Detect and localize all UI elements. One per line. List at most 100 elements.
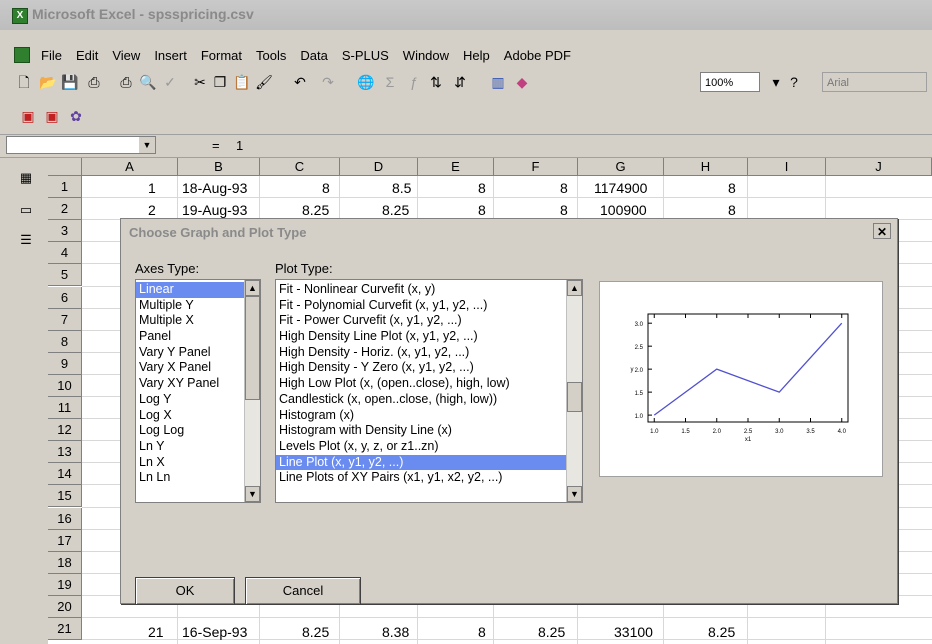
column-header-i[interactable]: I: [748, 158, 826, 176]
row-header[interactable]: 1: [48, 176, 82, 199]
cell-h2[interactable]: 8: [728, 202, 736, 218]
row-header[interactable]: 3: [48, 220, 82, 243]
plot-type-item[interactable]: Histogram (x): [276, 408, 582, 424]
row-header[interactable]: 15: [48, 485, 82, 508]
axes-type-item[interactable]: Vary X Panel: [136, 360, 260, 376]
axes-type-item[interactable]: Ln X: [136, 455, 260, 471]
excel-app-icon[interactable]: X: [12, 8, 28, 24]
axes-scrollbar[interactable]: ▲ ▼: [244, 280, 260, 502]
font-select[interactable]: Arial: [822, 72, 927, 92]
cell-f1[interactable]: 8: [560, 180, 568, 196]
cell-c2[interactable]: 8.25: [302, 202, 329, 218]
plot-type-item[interactable]: Fit - Power Curvefit (x, y1, y2, ...): [276, 313, 582, 329]
column-header-c[interactable]: C: [260, 158, 340, 176]
menu-window[interactable]: Window: [396, 48, 456, 63]
cell-a1[interactable]: 1: [148, 180, 156, 196]
column-header-j[interactable]: J: [826, 158, 932, 176]
scroll-up-icon[interactable]: ▲: [245, 280, 260, 296]
row-header[interactable]: 13: [48, 441, 82, 464]
pdf-review-icon[interactable]: ✿: [66, 106, 86, 126]
cell-g1[interactable]: 1174900: [594, 180, 647, 196]
row-header[interactable]: 8: [48, 330, 82, 353]
ok-button[interactable]: OK: [135, 577, 235, 605]
redo-icon[interactable]: ↷: [318, 72, 338, 92]
scroll-down-icon[interactable]: ▼: [245, 486, 260, 502]
cell-b2[interactable]: 19-Aug-93: [182, 202, 247, 218]
drawing-icon[interactable]: ◆: [512, 72, 532, 92]
menu-file[interactable]: File: [34, 48, 69, 63]
row-header[interactable]: 7: [48, 308, 82, 331]
cell-e21[interactable]: 8: [478, 624, 486, 640]
plot-type-item[interactable]: High Density Line Plot (x, y1, y2, ...): [276, 329, 582, 345]
cut-icon[interactable]: ✂: [190, 72, 210, 92]
menu-adobe-pdf[interactable]: Adobe PDF: [497, 48, 578, 63]
chart-wizard-icon[interactable]: ▥: [488, 72, 508, 92]
plot-type-item[interactable]: Line Plots of XY Pairs (x1, y1, x2, y2, …: [276, 470, 582, 486]
cell-a21[interactable]: 21: [148, 624, 164, 640]
row-header[interactable]: 19: [48, 573, 82, 596]
cell-h21[interactable]: 8.25: [708, 624, 735, 640]
cell-d2[interactable]: 8.25: [382, 202, 409, 218]
plot-type-item[interactable]: Levels Plot (x, y, z, or z1..zn): [276, 439, 582, 455]
axes-type-item[interactable]: Multiple X: [136, 313, 260, 329]
axes-type-item[interactable]: Log Log: [136, 423, 260, 439]
name-box[interactable]: ▼: [6, 136, 156, 154]
cell-a2[interactable]: 2: [148, 202, 156, 218]
cell-d1[interactable]: 8.5: [392, 180, 411, 196]
plot-scrollbar[interactable]: ▲ ▼: [566, 280, 582, 502]
spelling-icon[interactable]: ✓: [160, 72, 180, 92]
chevron-down-icon[interactable]: ▼: [139, 137, 155, 153]
cell-c21[interactable]: 8.25: [302, 624, 329, 640]
menu-tools[interactable]: Tools: [249, 48, 293, 63]
row-header[interactable]: 14: [48, 463, 82, 486]
cancel-button[interactable]: Cancel: [245, 577, 361, 605]
scroll-thumb[interactable]: [567, 382, 582, 412]
hyperlink-icon[interactable]: 🌐: [356, 72, 376, 92]
help-icon[interactable]: ?: [784, 72, 804, 92]
plot-type-item[interactable]: Candlestick (x, open..close, (high, low)…: [276, 392, 582, 408]
permission-icon[interactable]: ⎙: [84, 72, 104, 92]
menu-splus[interactable]: S-PLUS: [335, 48, 396, 63]
cell-e2[interactable]: 8: [478, 202, 486, 218]
workbook-icon[interactable]: [14, 47, 30, 63]
column-header-e[interactable]: E: [418, 158, 494, 176]
axes-type-item[interactable]: Vary XY Panel: [136, 376, 260, 392]
plot-type-item[interactable]: High Density - Y Zero (x, y1, y2, ...): [276, 360, 582, 376]
plot-type-item[interactable]: Histogram with Density Line (x): [276, 423, 582, 439]
objects-icon[interactable]: ☰: [18, 232, 34, 248]
menu-data[interactable]: Data: [293, 48, 334, 63]
cell-c1[interactable]: 8: [322, 180, 330, 196]
row-header[interactable]: 10: [48, 374, 82, 397]
row-header[interactable]: 20: [48, 595, 82, 618]
cell-b21[interactable]: 16-Sep-93: [182, 624, 247, 640]
row-header[interactable]: 21: [48, 618, 82, 641]
plot-type-list[interactable]: Fit - Nonlinear Curvefit (x, y) Fit - Pol…: [275, 279, 583, 503]
plot-type-item[interactable]: Line Plot (x, y1, y2, ...): [276, 454, 582, 471]
axes-type-item[interactable]: Ln Y: [136, 439, 260, 455]
row-header[interactable]: 17: [48, 529, 82, 552]
zoom-dropdown-icon[interactable]: ▾: [766, 72, 786, 92]
new-icon[interactable]: 🗋: [14, 72, 34, 92]
column-header-g[interactable]: G: [578, 158, 664, 176]
cell-g21[interactable]: 33100: [614, 624, 653, 640]
row-header[interactable]: 16: [48, 507, 82, 530]
cell-e1[interactable]: 8: [478, 180, 486, 196]
cell-f2[interactable]: 8: [560, 202, 568, 218]
dialog-title-bar[interactable]: Choose Graph and Plot Type ✕: [121, 219, 897, 243]
sort-descending-icon[interactable]: ⇵: [450, 72, 470, 92]
cell-b1[interactable]: 18-Aug-93: [182, 180, 247, 196]
row-header[interactable]: 6: [48, 286, 82, 309]
menu-help[interactable]: Help: [456, 48, 497, 63]
cell-g2[interactable]: 100900: [600, 202, 647, 218]
cell-h1[interactable]: 8: [728, 180, 736, 196]
plot-type-item[interactable]: High Density - Horiz. (x, y1, y2, ...): [276, 345, 582, 361]
copy-icon[interactable]: ❐: [210, 72, 230, 92]
print-icon[interactable]: ⎙: [116, 72, 136, 92]
zoom-select[interactable]: 100%: [700, 72, 760, 92]
save-icon[interactable]: 💾: [60, 72, 80, 92]
row-header[interactable]: 2: [48, 198, 82, 221]
plot-type-item[interactable]: High Low Plot (x, (open..close), high, l…: [276, 376, 582, 392]
scroll-down-icon[interactable]: ▼: [567, 486, 582, 502]
plot-type-item[interactable]: Fit - Nonlinear Curvefit (x, y): [276, 282, 582, 298]
menu-insert[interactable]: Insert: [147, 48, 194, 63]
